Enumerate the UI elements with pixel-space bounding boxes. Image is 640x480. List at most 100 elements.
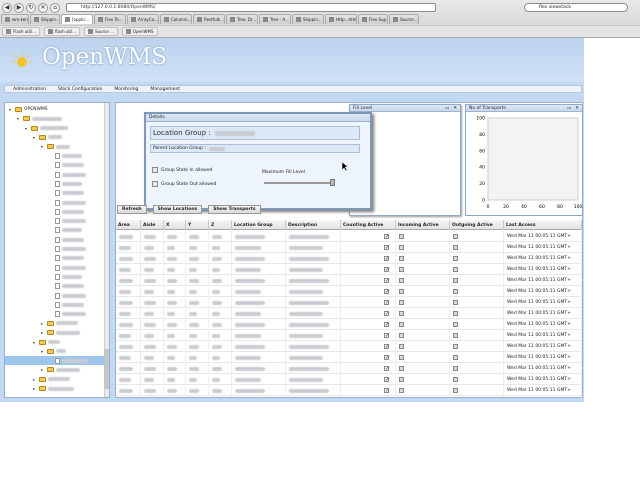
tree-node[interactable]: [47, 198, 86, 207]
expand-arrow-icon[interactable]: ▾: [31, 340, 37, 345]
browser-tab[interactable]: Flex Sup...: [358, 14, 388, 24]
row-checkbox[interactable]: [453, 245, 458, 250]
menu-management[interactable]: Management: [150, 87, 180, 92]
tree-node[interactable]: [47, 189, 84, 198]
column-header[interactable]: Description: [286, 220, 341, 230]
browser-tab[interactable]: wm-kern...: [1, 14, 29, 24]
bookmark-item[interactable]: Flash utili...: [2, 27, 41, 36]
row-checkbox[interactable]: [453, 322, 458, 327]
tree-node[interactable]: [47, 152, 82, 161]
row-checkbox[interactable]: [399, 344, 404, 349]
back-button[interactable]: ◀: [2, 2, 12, 13]
browser-tab[interactable]: Tree, Dr...: [226, 14, 258, 24]
column-header[interactable]: Area: [116, 220, 141, 230]
tree-node[interactable]: ▾: [39, 142, 70, 151]
browser-tab[interactable]: Shippin...: [30, 14, 60, 24]
row-checkbox[interactable]: [399, 322, 404, 327]
state-in-checkbox[interactable]: [152, 167, 158, 173]
row-checkbox[interactable]: [453, 333, 458, 338]
browser-tab[interactable]: Source ...: [389, 14, 419, 24]
stop-button[interactable]: ✕: [38, 2, 48, 13]
row-checkbox[interactable]: [384, 300, 389, 305]
table-row[interactable]: Wed Mar 11 00:05:11 GMT+: [116, 308, 582, 319]
locations-grid[interactable]: Area Aisle X Y Z Location Group Description Cou…: [116, 220, 582, 400]
column-header[interactable]: Aisle: [141, 220, 164, 230]
show-transports-button[interactable]: Show Transports: [208, 205, 261, 214]
expand-arrow-icon[interactable]: ▸: [39, 321, 45, 326]
row-checkbox[interactable]: [384, 311, 389, 316]
column-header[interactable]: Incoming Active: [396, 220, 450, 230]
row-checkbox[interactable]: [453, 300, 458, 305]
row-checkbox[interactable]: [384, 267, 389, 272]
tree-node[interactable]: [47, 282, 84, 291]
tree-node[interactable]: [47, 226, 82, 235]
bookmark-item[interactable]: OpenWMS: [121, 27, 158, 36]
row-checkbox[interactable]: [453, 388, 458, 393]
row-checkbox[interactable]: [384, 377, 389, 382]
reload-button[interactable]: ↻: [26, 2, 36, 13]
max-fill-slider-track[interactable]: [264, 182, 334, 184]
details-title-bar[interactable]: Details: [146, 114, 370, 122]
table-row[interactable]: Wed Mar 11 00:05:11 GMT+: [116, 352, 582, 363]
row-checkbox[interactable]: [453, 344, 458, 349]
close-icon[interactable]: ✕: [575, 106, 579, 111]
tree-node[interactable]: ▾: [31, 133, 62, 142]
row-checkbox[interactable]: [453, 289, 458, 294]
expand-arrow-icon[interactable]: ▸: [31, 377, 37, 382]
column-header[interactable]: Outgoing Active: [450, 220, 504, 230]
table-row[interactable]: Wed Mar 11 00:05:11 GMT+: [116, 363, 582, 374]
row-checkbox[interactable]: [399, 388, 404, 393]
details-window[interactable]: Details Location Group : Parent Location…: [144, 112, 372, 210]
row-checkbox[interactable]: [384, 278, 389, 283]
expand-arrow-icon[interactable]: ▸: [39, 330, 45, 335]
tree-node[interactable]: [47, 310, 86, 319]
table-row[interactable]: Wed Mar 11 00:05:11 GMT+: [116, 319, 582, 330]
row-checkbox[interactable]: [384, 322, 389, 327]
tree-node[interactable]: ▸: [39, 365, 80, 374]
menu-administration[interactable]: Administration: [13, 87, 46, 92]
tree-node[interactable]: ▾ OPENWMS: [7, 105, 48, 114]
menu-monitoring[interactable]: Monitoring: [114, 87, 138, 92]
row-checkbox[interactable]: [399, 300, 404, 305]
transports-window[interactable]: No of Transports ▭ ✕ 100 80 60 40 20 0 0 20 40 60 8…: [465, 104, 583, 216]
row-checkbox[interactable]: [384, 388, 389, 393]
expand-arrow-icon[interactable]: ▾: [39, 144, 45, 149]
row-checkbox[interactable]: [453, 311, 458, 316]
location-tree[interactable]: ▾ OPENWMS ▾ ▾ ▾ ▾ ▸ ▸ ▾ ▾ ▸ ▸ ▸: [4, 102, 110, 398]
browser-tab[interactable]: ArrayCo...: [127, 14, 159, 24]
row-checkbox[interactable]: [384, 289, 389, 294]
row-checkbox[interactable]: [399, 377, 404, 382]
row-checkbox[interactable]: [453, 278, 458, 283]
tree-node[interactable]: [47, 217, 86, 226]
bookmark-item[interactable]: flash util...: [44, 27, 81, 36]
browser-tab[interactable]: Flex Te...: [94, 14, 126, 24]
tree-node[interactable]: [47, 179, 82, 188]
row-checkbox[interactable]: [384, 355, 389, 360]
tree-node[interactable]: ▸: [39, 328, 80, 337]
column-header[interactable]: Counting Active: [341, 220, 396, 230]
tree-node[interactable]: [47, 245, 86, 254]
tree-node[interactable]: [47, 300, 84, 309]
row-checkbox[interactable]: [384, 234, 389, 239]
tree-node[interactable]: ▸: [31, 375, 70, 384]
row-checkbox[interactable]: [399, 256, 404, 261]
expand-arrow-icon[interactable]: ▸: [39, 367, 45, 372]
close-icon[interactable]: ✕: [453, 106, 457, 111]
expand-arrow-icon[interactable]: ▾: [39, 349, 45, 354]
column-header[interactable]: Y: [186, 220, 209, 230]
home-button[interactable]: ⌂: [50, 2, 60, 13]
refresh-button[interactable]: Refresh: [117, 205, 147, 214]
tree-node[interactable]: [47, 235, 84, 244]
tree-node[interactable]: [47, 161, 84, 170]
tree-node[interactable]: [47, 263, 86, 272]
row-checkbox[interactable]: [384, 256, 389, 261]
browser-tab[interactable]: Shippin...: [292, 14, 324, 24]
row-checkbox[interactable]: [453, 355, 458, 360]
row-checkbox[interactable]: [399, 234, 404, 239]
browser-tab[interactable]: Http...html: [325, 14, 357, 24]
browser-tab[interactable]: Restfulk...: [193, 14, 225, 24]
tree-node[interactable]: [47, 291, 86, 300]
column-header[interactable]: X: [164, 220, 186, 230]
browser-tab[interactable]: Columni...: [160, 14, 192, 24]
tree-scrollbar[interactable]: [104, 103, 109, 397]
